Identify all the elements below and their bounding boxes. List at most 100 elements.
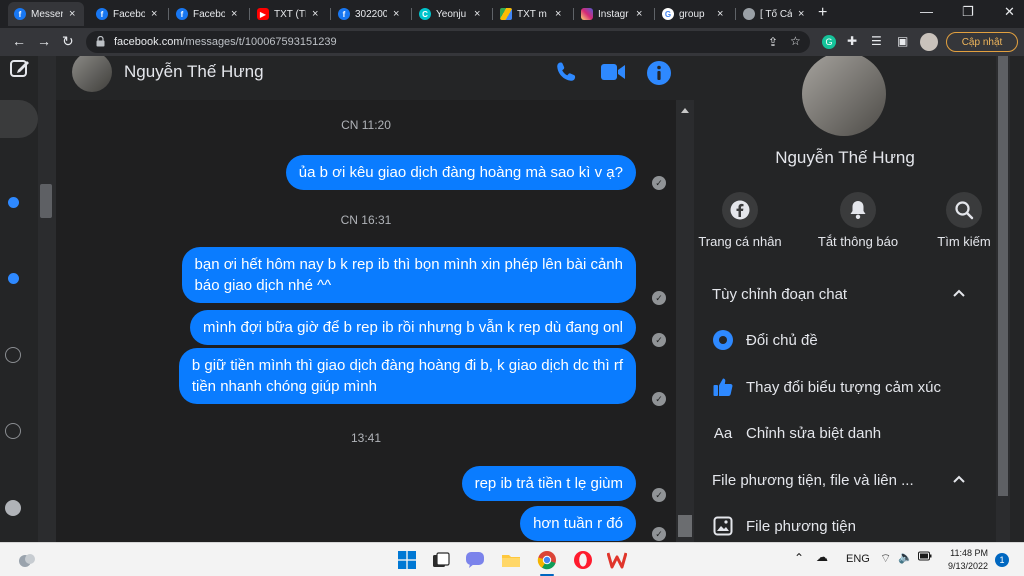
change-emoji-option[interactable]: Thay đổi biểu tượng cảm xúc xyxy=(712,376,941,398)
customize-chat-section[interactable]: Tùy chỉnh đoạn chat xyxy=(712,286,847,303)
close-tab-icon[interactable]: × xyxy=(717,8,723,20)
input-language[interactable]: ENG xyxy=(846,553,870,565)
show-hidden-icons-icon[interactable]: ⌃ xyxy=(794,551,804,565)
messenger-icon: f xyxy=(14,8,26,20)
scroll-up-arrow-icon[interactable] xyxy=(681,108,689,113)
minimize-icon[interactable]: — xyxy=(920,4,933,19)
reload-icon[interactable]: ↻ xyxy=(62,33,74,50)
message-bubble[interactable]: ủa b ơi kêu giao dịch đàng hoàng mà sao … xyxy=(285,155,636,190)
close-tab-icon[interactable]: × xyxy=(231,8,237,20)
tab-globe[interactable]: [ Tố Cá × xyxy=(737,2,813,26)
mute-action[interactable]: Tắt thông báo xyxy=(808,192,908,249)
contact-avatar-large[interactable] xyxy=(802,56,886,136)
tab-canva[interactable]: C Yeonju × xyxy=(413,2,489,26)
timestamp: CN 16:31 xyxy=(340,213,392,227)
clock-time: 11:48 PM xyxy=(950,548,988,558)
chevron-up-icon[interactable] xyxy=(952,288,966,298)
windows-start-icon[interactable] xyxy=(396,549,418,571)
window-close-icon[interactable]: ✕ xyxy=(1004,4,1015,20)
conversation-list-scrollbar[interactable] xyxy=(38,56,56,542)
chat-scrollbar[interactable] xyxy=(676,100,694,542)
edit-nickname-option[interactable]: Aa Chỉnh sửa biệt danh xyxy=(712,422,881,444)
info-panel-scrollbar[interactable] xyxy=(996,56,1010,542)
nickname-icon: Aa xyxy=(713,424,733,442)
media-files-section[interactable]: File phương tiện, file và liên ... xyxy=(712,472,914,489)
message-bubble[interactable]: b giữ tiền mình thì giao dịch đàng hoàng… xyxy=(178,348,636,404)
lock-icon xyxy=(96,36,105,47)
side-panel-icon[interactable]: ▣ xyxy=(897,34,908,48)
conversation-list-scroll-thumb[interactable] xyxy=(40,184,52,218)
message-bubble[interactable]: rep ib trả tiền t lẹ giùm xyxy=(461,466,636,501)
tab-youtube[interactable]: ▶ TXT (TI × xyxy=(251,2,327,26)
new-tab-button[interactable]: + xyxy=(818,4,827,22)
conversation-item-active[interactable] xyxy=(0,100,38,138)
contact-avatar-small[interactable] xyxy=(5,500,21,516)
tab-facebook-2[interactable]: f Facebo × xyxy=(170,2,246,26)
conversation-list-rail xyxy=(0,56,56,542)
message-bubble[interactable]: bạn ơi hết hôm nay b k rep ib thì bọn mì… xyxy=(181,247,636,303)
wifi-icon[interactable]: ⌔ xyxy=(880,551,891,566)
opera-icon[interactable] xyxy=(572,549,594,571)
reading-list-icon[interactable]: ☰ xyxy=(871,34,882,48)
sent-check-icon: ✓ xyxy=(652,333,666,347)
bookmark-star-icon[interactable]: ☆ xyxy=(790,34,801,48)
message-bubble[interactable]: hơn tuần r đó xyxy=(520,506,636,541)
video-call-icon[interactable] xyxy=(599,60,627,84)
address-bar[interactable]: facebook.com/messages/t/100067593151239 … xyxy=(86,31,810,53)
close-tab-icon[interactable]: × xyxy=(636,8,642,20)
message-list: CN 11:20 ủa b ơi kêu giao dịch đàng hoàn… xyxy=(56,100,676,542)
extensions-icon[interactable]: ✚ xyxy=(847,34,857,48)
task-view-icon[interactable] xyxy=(430,549,452,571)
close-tab-icon[interactable]: × xyxy=(69,8,75,20)
conversation-info-panel: Nguyễn Thế Hưng Trang cá nhân Tắt thông … xyxy=(694,56,1024,542)
unread-dot xyxy=(8,273,19,284)
facebook-icon: f xyxy=(338,8,350,20)
chat-app-icon[interactable] xyxy=(464,549,486,571)
contact-name[interactable]: Nguyễn Thế Hưng xyxy=(124,62,264,82)
profile-action[interactable]: Trang cá nhân xyxy=(690,192,790,249)
share-icon[interactable]: ⇪ xyxy=(768,35,778,49)
profile-avatar[interactable] xyxy=(920,33,938,51)
restore-icon[interactable]: ❐ xyxy=(962,4,974,20)
tab-google[interactable]: G group × xyxy=(656,2,732,26)
tab-facebook-3[interactable]: f 302200 × xyxy=(332,2,408,26)
volume-icon[interactable]: 🔈 xyxy=(898,550,913,564)
tab-drive[interactable]: TXT m × xyxy=(494,2,570,26)
chrome-icon[interactable] xyxy=(536,549,558,571)
close-tab-icon[interactable]: × xyxy=(393,8,399,20)
battery-icon[interactable] xyxy=(918,551,932,564)
conversation-info-icon[interactable] xyxy=(646,60,672,86)
close-tab-icon[interactable]: × xyxy=(312,8,318,20)
media-option[interactable]: File phương tiện xyxy=(712,515,856,537)
close-tab-icon[interactable]: × xyxy=(474,8,480,20)
contact-avatar[interactable] xyxy=(72,56,112,92)
facebook-icon: f xyxy=(176,8,188,20)
taskbar: ⌃ ☁ ENG ⌔ 🔈 11:48 PM 9/13/2022 1 xyxy=(0,542,1024,576)
cloud-icon[interactable]: ☁ xyxy=(816,550,828,564)
close-tab-icon[interactable]: × xyxy=(555,8,561,20)
update-button[interactable]: Cập nhật xyxy=(946,32,1018,52)
back-icon[interactable]: ← xyxy=(12,33,26,49)
change-theme-option[interactable]: Đổi chủ đề xyxy=(712,329,818,351)
new-message-icon[interactable] xyxy=(9,58,31,78)
system-clock[interactable]: 11:48 PM 9/13/2022 xyxy=(940,547,988,573)
close-tab-icon[interactable]: × xyxy=(798,8,804,20)
tab-facebook-1[interactable]: f Facebo × xyxy=(90,2,166,26)
notification-badge[interactable]: 1 xyxy=(995,553,1009,567)
phone-icon[interactable] xyxy=(554,60,578,84)
forward-icon[interactable]: → xyxy=(37,33,51,49)
close-tab-icon[interactable]: × xyxy=(151,8,157,20)
chevron-up-icon[interactable] xyxy=(952,474,966,484)
file-explorer-icon[interactable] xyxy=(500,549,522,571)
info-panel-scroll-thumb[interactable] xyxy=(998,56,1008,496)
url-host: facebook.com xyxy=(114,36,183,48)
google-icon: G xyxy=(662,8,674,20)
weather-widget-icon[interactable] xyxy=(16,549,38,571)
grammarly-icon[interactable]: G xyxy=(822,35,836,49)
tab-messenger[interactable]: f Messer × xyxy=(8,2,84,26)
chat-scroll-thumb[interactable] xyxy=(678,515,692,537)
info-contact-name: Nguyễn Thế Hưng xyxy=(775,148,915,167)
wps-office-icon[interactable] xyxy=(606,549,628,571)
tab-instagram[interactable]: Instagr × xyxy=(575,2,651,26)
message-bubble[interactable]: mình đợi bữa giờ để b rep ib rồi nhưng b… xyxy=(189,310,636,345)
